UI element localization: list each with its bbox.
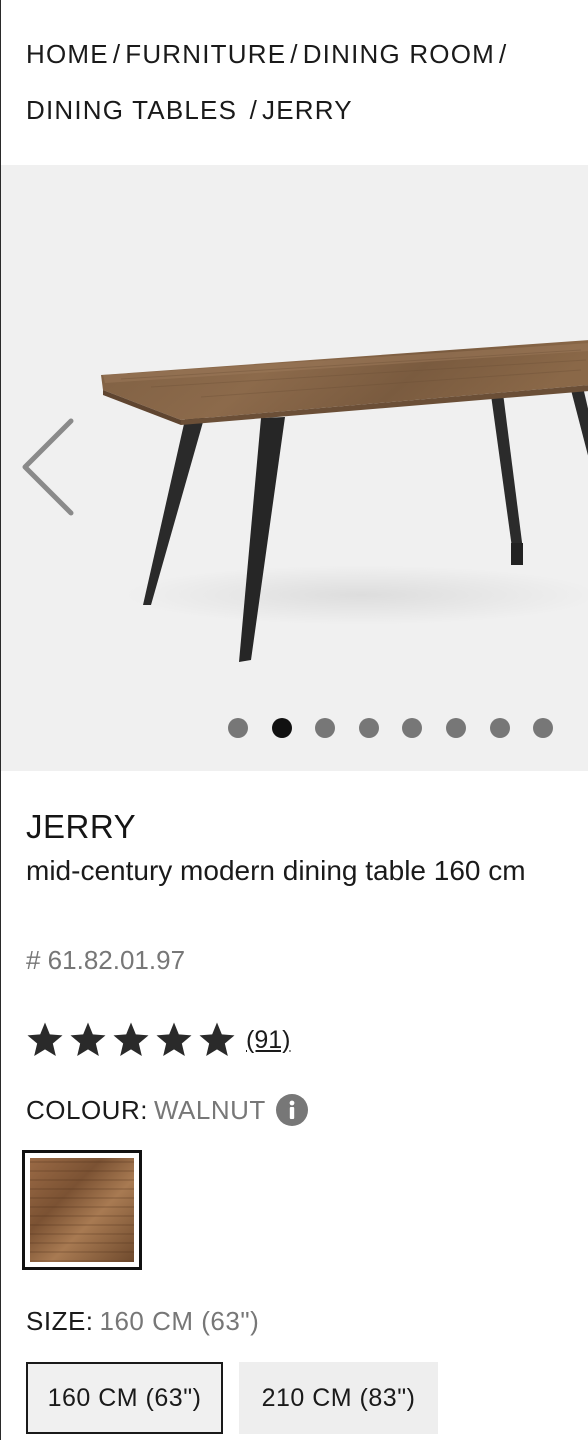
gallery-dot-1[interactable] (228, 718, 248, 738)
product-image (101, 340, 588, 662)
gallery-pagination (228, 718, 577, 738)
breadcrumb-home[interactable]: HOME (26, 39, 109, 69)
breadcrumb-dining-room[interactable]: DINING ROOM (303, 39, 495, 69)
walnut-texture (30, 1158, 134, 1262)
product-image-gallery[interactable] (1, 165, 588, 771)
colour-value: WALNUT (153, 1094, 266, 1125)
review-count-link[interactable]: (91) (246, 1026, 290, 1055)
colour-selector-header: COLOUR: WALNUT (26, 1094, 308, 1126)
gallery-dot-2[interactable] (271, 718, 292, 738)
product-description: mid-century modern dining table 160 cm (26, 855, 526, 886)
breadcrumb-separator: / (249, 95, 259, 125)
size-option-160[interactable]: 160 CM (63") (26, 1362, 223, 1434)
product-rating: (91) (25, 1020, 290, 1060)
info-icon[interactable] (275, 1094, 308, 1126)
colour-label: COLOUR: (26, 1094, 148, 1125)
rating-stars (25, 1020, 240, 1060)
gallery-dot-6[interactable] (445, 718, 466, 738)
breadcrumb-separator: / (112, 39, 122, 69)
size-option-210[interactable]: 210 CM (83") (239, 1362, 438, 1434)
breadcrumb-dining-tables[interactable]: DINING TABLES (26, 95, 237, 125)
breadcrumb-separator: / (290, 39, 299, 69)
product-title: JERRY (26, 808, 137, 845)
star-icon (156, 1022, 192, 1056)
size-label: SIZE: (26, 1306, 94, 1336)
gallery-dot-5[interactable] (402, 718, 423, 738)
gallery-dot-8[interactable] (533, 718, 554, 738)
product-sku: # 61.82.01.97 (26, 945, 186, 975)
breadcrumb-separator: / (499, 39, 508, 69)
breadcrumb: HOME / FURNITURE / DINING ROOM / DINING TABLE… (26, 26, 571, 138)
gallery-dot-7[interactable] (489, 718, 510, 738)
gallery-dot-3[interactable] (315, 718, 336, 738)
star-icon (113, 1022, 149, 1056)
size-selector-header: SIZE: 160 CM (63") (26, 1306, 259, 1337)
star-icon (199, 1022, 235, 1056)
gallery-dot-4[interactable] (358, 718, 379, 738)
star-icon (70, 1022, 106, 1056)
breadcrumb-furniture[interactable]: FURNITURE (125, 39, 286, 69)
product-page: HOME / FURNITURE / DINING ROOM / DINING TABLE… (0, 0, 588, 1440)
star-icon (27, 1022, 63, 1056)
breadcrumb-current: JERRY (262, 95, 353, 125)
colour-swatch-walnut[interactable] (22, 1150, 142, 1270)
size-value: 160 CM (63") (99, 1306, 260, 1336)
chevron-left-icon[interactable] (19, 417, 79, 521)
